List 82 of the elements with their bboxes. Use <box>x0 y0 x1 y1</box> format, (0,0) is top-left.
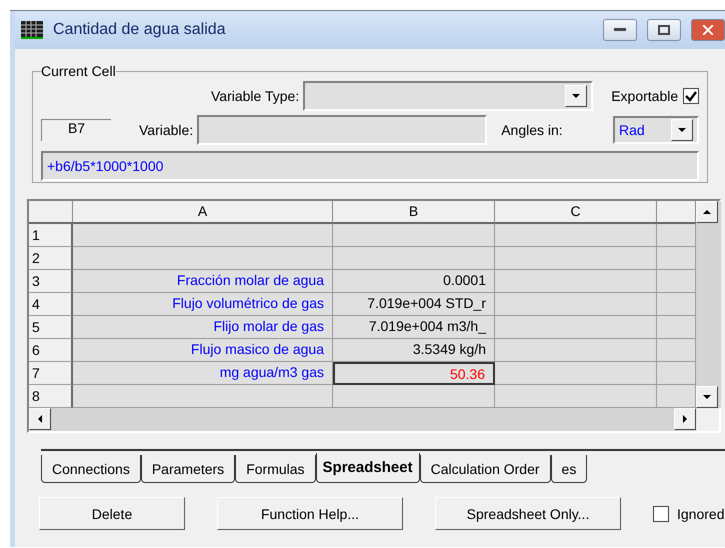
table-cell[interactable]: 3.5349 kg/h <box>333 339 495 362</box>
vertical-scrollbar[interactable] <box>696 201 721 408</box>
variable-type-label: Variable Type: <box>211 88 300 104</box>
table-cell[interactable] <box>495 385 657 408</box>
restore-icon <box>658 25 670 35</box>
column-header[interactable] <box>657 201 696 224</box>
close-button[interactable] <box>691 19 725 41</box>
table-cell[interactable] <box>495 247 657 270</box>
group-label: Current Cell <box>41 63 116 79</box>
down-arrow-icon[interactable] <box>678 126 686 134</box>
variable-type-dropdown[interactable] <box>303 81 594 111</box>
dialog-button[interactable]: Delete <box>39 497 185 530</box>
tab[interactable]: Calculation Order <box>420 455 551 483</box>
table-cell[interactable] <box>657 293 696 316</box>
minimize-button[interactable] <box>603 19 637 41</box>
table-cell[interactable]: 7.019e+004 m3/h_ <box>333 316 495 339</box>
angles-dropdown[interactable]: Rad <box>613 116 699 144</box>
row-header[interactable]: 5 <box>29 316 73 339</box>
dialog-button[interactable]: Spreadsheet Only... <box>435 497 621 530</box>
tab[interactable]: Connections <box>41 455 141 483</box>
table-cell[interactable]: Flijo molar de gas <box>73 316 333 339</box>
table-cell[interactable] <box>73 247 333 270</box>
left-arrow-icon[interactable] <box>36 415 44 423</box>
window-title: Cantidad de agua salida <box>53 21 227 39</box>
table-cell[interactable]: mg agua/m3 gas <box>73 362 333 385</box>
row-header[interactable]: 1 <box>29 224 73 247</box>
row-header[interactable]: 7 <box>29 362 73 385</box>
column-header[interactable]: B <box>333 201 495 224</box>
down-arrow-icon[interactable] <box>572 92 580 100</box>
table-cell[interactable] <box>495 293 657 316</box>
up-arrow-icon[interactable] <box>703 208 711 216</box>
table-cell[interactable] <box>657 247 696 270</box>
table-cell[interactable] <box>73 385 333 408</box>
column-header[interactable]: A <box>73 201 333 224</box>
tab[interactable]: Spreadsheet <box>316 453 420 483</box>
table-cell[interactable]: Fracción molar de agua <box>73 270 333 293</box>
close-icon <box>703 25 713 35</box>
table-cell[interactable] <box>333 385 495 408</box>
corner-header[interactable] <box>29 201 73 224</box>
grid-icon <box>21 21 43 39</box>
table-cell[interactable] <box>495 339 657 362</box>
table-cell[interactable] <box>495 362 657 385</box>
table-cell[interactable] <box>657 224 696 247</box>
table-cell[interactable] <box>73 224 333 247</box>
cell-reference: B7 <box>41 119 111 141</box>
table-cell[interactable] <box>333 224 495 247</box>
down-arrow-icon[interactable] <box>703 393 711 401</box>
formula-field[interactable]: +b6/b5*1000*1000 <box>41 151 699 181</box>
table-cell[interactable] <box>657 270 696 293</box>
ignored-label: Ignored <box>677 506 724 522</box>
variable-field[interactable] <box>197 115 488 145</box>
table-cell[interactable] <box>495 316 657 339</box>
maximize-button[interactable] <box>647 19 681 41</box>
table-cell[interactable] <box>657 339 696 362</box>
row-header[interactable]: 3 <box>29 270 73 293</box>
table-cell[interactable] <box>657 362 696 385</box>
ignored-checkbox[interactable] <box>653 506 669 522</box>
horizontal-scrollbar[interactable] <box>29 408 696 431</box>
angles-label: Angles in: <box>501 122 563 138</box>
tab[interactable]: Parameters <box>140 455 236 483</box>
table-cell[interactable]: Flujo masico de agua <box>73 339 333 362</box>
table-cell[interactable] <box>333 247 495 270</box>
dialog-button[interactable]: Function Help... <box>217 497 403 530</box>
variable-label: Variable: <box>139 122 194 138</box>
right-arrow-icon[interactable] <box>681 415 689 423</box>
table-cell[interactable]: Flujo volumétrico de gas <box>73 293 333 316</box>
table-cell[interactable] <box>657 316 696 339</box>
row-header[interactable]: 6 <box>29 339 73 362</box>
row-header[interactable]: 4 <box>29 293 73 316</box>
exportable-label: Exportable <box>611 88 678 104</box>
column-header[interactable]: C <box>495 201 657 224</box>
exportable-checkbox[interactable] <box>683 88 699 104</box>
tab[interactable]: Formulas <box>235 455 316 483</box>
table-cell[interactable]: 0.0001 <box>333 270 495 293</box>
table-cell[interactable]: 7.019e+004 STD_r <box>333 293 495 316</box>
row-header[interactable]: 8 <box>29 385 73 408</box>
minimize-icon <box>614 28 626 32</box>
tab[interactable]: es <box>550 455 588 483</box>
table-cell[interactable] <box>495 224 657 247</box>
table-cell[interactable] <box>495 270 657 293</box>
row-header[interactable]: 2 <box>29 247 73 270</box>
table-cell[interactable] <box>657 385 696 408</box>
